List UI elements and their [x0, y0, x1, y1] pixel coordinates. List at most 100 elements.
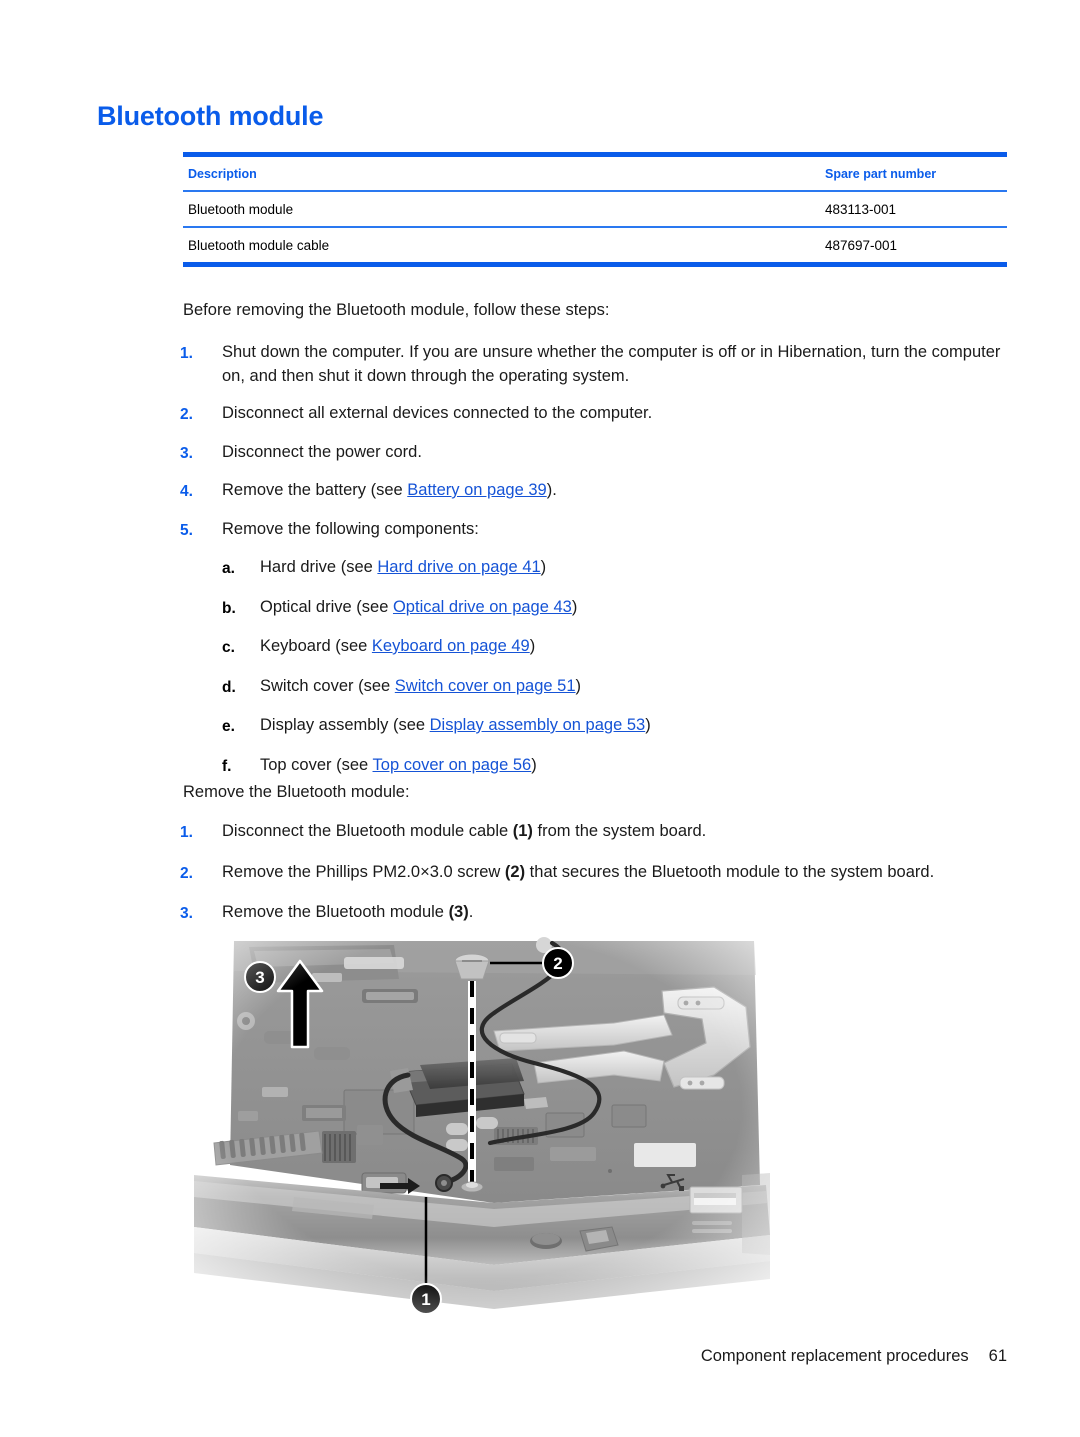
list-item: 3. Disconnect the power cord. — [180, 441, 1020, 466]
screw-hole — [460, 1181, 484, 1193]
list-item: e. Display assembly (see Display assembl… — [222, 714, 1020, 739]
column-header-description: Description — [188, 166, 257, 181]
text-segment: . — [468, 903, 474, 921]
svg-text:1: 1 — [421, 1290, 430, 1309]
table-header-row: Description Spare part number — [183, 157, 1007, 190]
list-item-text: Remove the Phillips PM2.0×3.0 screw (2) … — [222, 861, 1020, 885]
list-item-text: Disconnect the Bluetooth module cable (1… — [222, 820, 1020, 844]
list-item-text: Disconnect the power cord. — [222, 442, 422, 461]
callout-reference: (1) — [512, 822, 533, 840]
list-item-text: Remove the following components: — [222, 519, 479, 538]
list-item: 3. Remove the Bluetooth module (3). — [180, 901, 1020, 926]
screw-part — [454, 953, 490, 980]
cross-reference-link-optical-drive[interactable]: Optical drive on page 43 — [393, 598, 572, 616]
list-item-text: Optical drive (see Optical drive on page… — [260, 596, 1020, 620]
footer-page-number: 61 — [988, 1347, 1007, 1365]
list-item-text: Remove the Bluetooth module (3). — [222, 901, 1020, 925]
footer-chapter-title: Component replacement procedures — [700, 1347, 969, 1365]
list-marker: e. — [222, 718, 235, 735]
column-header-spare-part-number: Spare part number — [825, 166, 937, 181]
text-before-link: Keyboard (see — [260, 637, 372, 655]
callout-2-marker: 2 — [542, 947, 574, 979]
spare-parts-table: Description Spare part number Bluetooth … — [183, 152, 1007, 267]
list-marker: 1. — [180, 345, 193, 362]
cell-description: Bluetooth module cable — [188, 237, 330, 253]
list-item: f. Top cover (see Top cover on page 56) — [222, 754, 1020, 779]
figure-illustration: 3 2 1 — [194, 935, 770, 1317]
cross-reference-link-top-cover[interactable]: Top cover on page 56 — [373, 756, 532, 774]
text-before-link: Hard drive (see — [260, 558, 378, 576]
list-marker: 3. — [180, 905, 193, 922]
list-item: a. Hard drive (see Hard drive on page 41… — [222, 556, 1020, 581]
cross-reference-link-display-assembly[interactable]: Display assembly on page 53 — [430, 716, 646, 734]
list-marker: f. — [222, 757, 232, 775]
callout-reference: (2) — [504, 862, 526, 881]
text-after-link: ). — [546, 481, 557, 499]
svg-text:3: 3 — [255, 968, 264, 987]
list-item: 4. Remove the battery (see Battery on pa… — [180, 479, 1020, 504]
figure-bluetooth-module-removal: 3 2 1 — [194, 935, 770, 1317]
text-before-link: Switch cover (see — [260, 676, 395, 695]
text-before-link: Optical drive (see — [260, 597, 393, 616]
text-before-link: Top cover (see — [260, 755, 373, 774]
cell-description: Bluetooth module — [188, 201, 294, 217]
list-item: c. Keyboard (see Keyboard on page 49) — [222, 635, 1020, 660]
cross-reference-link-keyboard[interactable]: Keyboard on page 49 — [372, 637, 530, 655]
list-marker: a. — [222, 560, 235, 577]
text-after-link: ) — [529, 637, 536, 655]
list-item-text: Remove the battery (see Battery on page … — [222, 479, 1020, 503]
list-item: 5. Remove the following components: — [180, 518, 1020, 543]
list-item-text: Switch cover (see Switch cover on page 5… — [260, 675, 1020, 699]
table-row: Bluetooth module cable 487697-001 — [183, 228, 1007, 262]
list-item: b. Optical drive (see Optical drive on p… — [222, 596, 1020, 621]
text-after-link: ) — [575, 676, 582, 695]
list-marker: 5. — [180, 521, 193, 539]
list-item-text: Hard drive (see Hard drive on page 41) — [260, 556, 1020, 580]
text-segment: Remove the Phillips PM2.0×3.0 screw — [222, 862, 505, 881]
page-title: Bluetooth module — [97, 101, 324, 131]
cross-reference-link-battery[interactable]: Battery on page 39 — [407, 481, 546, 499]
cell-part-number: 483113-001 — [825, 201, 897, 217]
removal-lead-text: Remove the Bluetooth module: — [183, 783, 410, 801]
text-after-link: ) — [571, 597, 578, 616]
list-item: 2. Disconnect all external devices conne… — [180, 402, 1020, 427]
text-after-link: ) — [531, 755, 537, 774]
callout-reference: (3) — [448, 903, 469, 921]
list-item-text: Top cover (see Top cover on page 56) — [260, 754, 1020, 778]
callout-1-marker: 1 — [410, 1283, 442, 1315]
removal-steps-list: 1. Disconnect the Bluetooth module cable… — [180, 820, 1020, 926]
list-marker: 2. — [180, 864, 193, 882]
list-item: 1. Disconnect the Bluetooth module cable… — [180, 820, 1020, 845]
list-marker: 4. — [180, 483, 193, 500]
list-marker: 1. — [180, 824, 193, 841]
text-after-link: ) — [540, 558, 547, 576]
list-item: d. Switch cover (see Switch cover on pag… — [222, 675, 1020, 700]
list-item-text: Keyboard (see Keyboard on page 49) — [260, 635, 1020, 659]
list-marker: c. — [222, 639, 235, 656]
list-item-text: Disconnect all external devices connecte… — [222, 404, 653, 422]
callout-3-marker: 3 — [244, 961, 276, 993]
cross-reference-link-switch-cover[interactable]: Switch cover on page 51 — [395, 677, 576, 695]
cell-part-number: 487697-001 — [825, 237, 898, 253]
text-segment: from the system board. — [532, 822, 707, 840]
list-marker: b. — [222, 599, 236, 617]
text-before-link: Display assembly (see — [260, 716, 430, 734]
list-marker: 2. — [180, 406, 193, 423]
document-page: Bluetooth module Description Spare part … — [0, 0, 1080, 1437]
page-footer: Component replacement procedures 61 — [701, 1347, 1007, 1366]
text-segment: that secures the Bluetooth module to the… — [525, 862, 935, 881]
text-before-link: Remove the battery (see — [222, 481, 408, 499]
text-segment: Disconnect the Bluetooth module cable — [222, 822, 513, 840]
prep-substeps-list: a. Hard drive (see Hard drive on page 41… — [222, 556, 1020, 778]
list-marker: d. — [222, 678, 236, 696]
text-segment: Remove the Bluetooth module — [222, 903, 449, 921]
cross-reference-link-hard-drive[interactable]: Hard drive on page 41 — [377, 558, 540, 576]
svg-text:2: 2 — [553, 954, 562, 973]
prep-lead-text: Before removing the Bluetooth module, fo… — [183, 301, 610, 319]
table-bottom-rule — [183, 262, 1007, 267]
list-marker: 3. — [180, 444, 193, 462]
list-item: 1. Shut down the computer. If you are un… — [180, 341, 1020, 388]
prep-steps-list: 1. Shut down the computer. If you are un… — [180, 341, 1020, 778]
text-after-link: ) — [645, 716, 651, 734]
table-row: Bluetooth module 483113-001 — [183, 192, 1007, 226]
